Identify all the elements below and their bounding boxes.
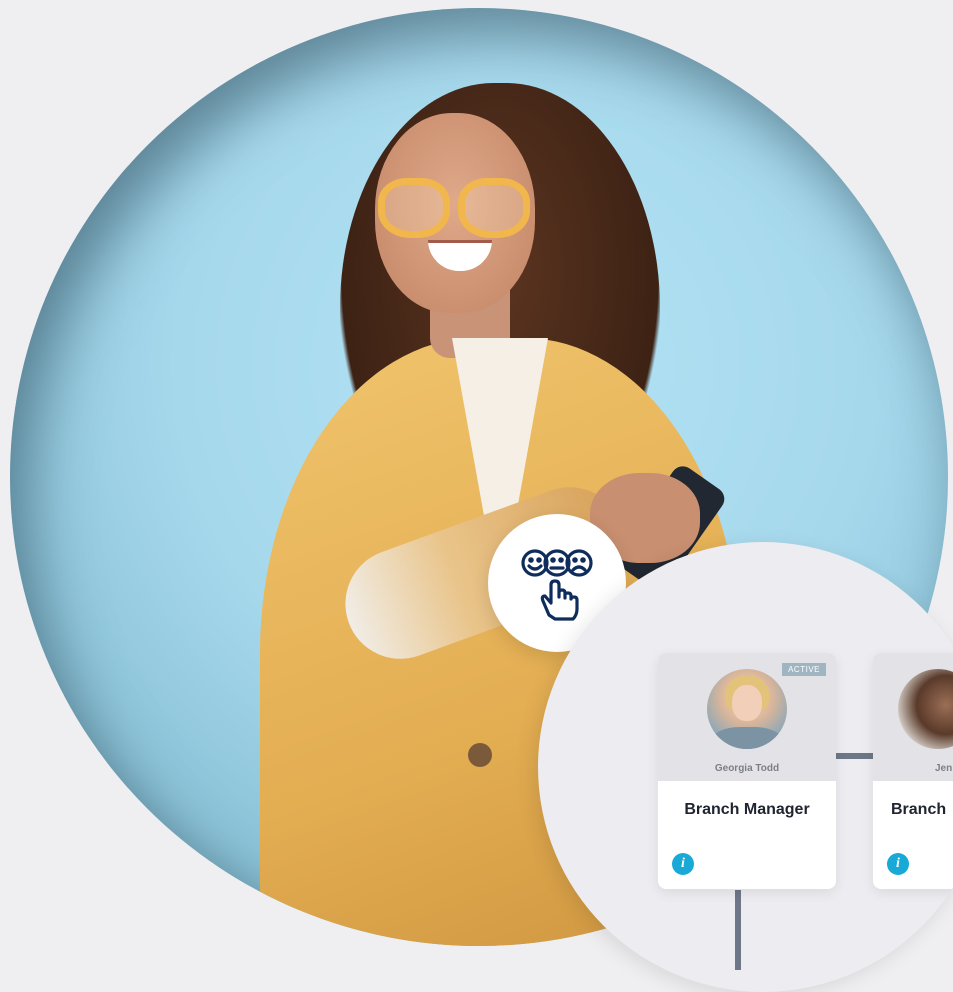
- info-icon[interactable]: i: [887, 853, 909, 875]
- status-badge: ACTIVE: [782, 663, 826, 676]
- avatar-face: [732, 685, 762, 721]
- org-card-georgia-todd[interactable]: ACTIVE Georgia Todd Branch Manager i: [658, 653, 836, 889]
- role-title: Branch Manager: [684, 801, 810, 818]
- role-title: Branch: [891, 801, 947, 818]
- feedback-emoji-tap-icon: [521, 549, 593, 621]
- glasses-right-lens: [458, 178, 530, 238]
- person-name: Georgia Todd: [714, 763, 780, 774]
- org-card-second[interactable]: Jen Branch i: [873, 653, 953, 889]
- org-connector-vertical: [735, 890, 741, 970]
- info-icon[interactable]: i: [672, 853, 694, 875]
- avatar: [707, 669, 787, 749]
- glasses-left-lens: [378, 178, 450, 238]
- jacket-button: [468, 743, 492, 767]
- person-name: Jen: [935, 763, 953, 774]
- avatar-shoulders: [713, 727, 781, 749]
